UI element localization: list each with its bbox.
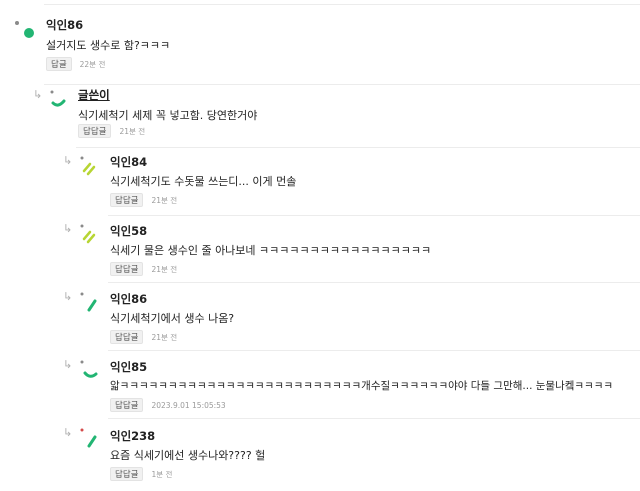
reply-button[interactable]: 답답글 <box>110 398 144 412</box>
comment-time: 22분 전 <box>79 59 106 69</box>
reply-button[interactable]: 답글 <box>46 57 72 71</box>
avatar-icon <box>80 360 98 378</box>
comment-text: 식기세척기에서 생수 나옴? <box>110 312 235 325</box>
avatar-icon <box>80 292 97 312</box>
comment-time: 21분 전 <box>151 264 178 274</box>
comment-text: 설거지도 생수로 함?ㅋㅋㅋ <box>46 39 171 52</box>
comment-item: ↳ 글쓴이 식기세척기 세제 꼭 넣고함. 당연한거야 답답글 21분 전 <box>0 85 640 148</box>
comment-author[interactable]: 익인86 <box>46 17 83 33</box>
comment-item: ↳ 익인84 식기세척기도 수돗물 쓰는디... 이게 먼솔 답답글 21분 전 <box>0 148 640 216</box>
comment-time: 21분 전 <box>119 126 146 136</box>
comment-text: 요즘 식세기에선 생수나와???? 헐 <box>110 449 266 462</box>
reply-button[interactable]: 답답글 <box>110 467 144 481</box>
comment-text: 식세기 물은 생수인 줄 아나보네 ㅋㅋㅋㅋㅋㅋㅋㅋㅋㅋㅋㅋㅋㅋㅋㅋㅋ <box>110 244 432 257</box>
reply-button[interactable]: 답답글 <box>110 262 144 276</box>
comment-text: 식기세척기 세제 꼭 넣고함. 당연한거야 <box>78 109 258 122</box>
comment-author[interactable]: 익인85 <box>110 359 147 375</box>
avatar-icon <box>50 90 66 107</box>
reply-arrow-icon: ↳ <box>63 290 73 303</box>
avatar-icon <box>15 21 34 38</box>
reply-arrow-icon: ↳ <box>63 426 73 439</box>
comment-time: 1분 전 <box>151 469 173 479</box>
comment-author[interactable]: 익인58 <box>110 223 147 239</box>
reply-arrow-icon: ↳ <box>33 88 43 101</box>
comment-text: 식기세척기도 수돗물 쓰는디... 이게 먼솔 <box>110 175 297 188</box>
reply-arrow-icon: ↳ <box>63 222 73 235</box>
comment-item: ↳ 익인86 식기세척기에서 생수 나옴? 답답글 21분 전 <box>0 283 640 351</box>
reply-button[interactable]: 답답글 <box>110 330 144 344</box>
comment-item: 익인86 설거지도 생수로 함?ㅋㅋㅋ 답글 22분 전 <box>0 0 640 85</box>
comment-author[interactable]: 익인238 <box>110 428 155 444</box>
comment-time: 2023.9.01 15:05:53 <box>151 400 226 410</box>
avatar-icon <box>80 224 96 244</box>
comment-item: ↳ 익인85 앏ㅋㅋㅋㅋㅋㅋㅋㅋㅋㅋㅋㅋㅋㅋㅋㅋㅋㅋㅋㅋㅋㅋㅋㅋㅋ개수질ㅋㅋㅋㅋ… <box>0 351 640 419</box>
comment-time: 21분 전 <box>151 332 178 342</box>
reply-arrow-icon: ↳ <box>63 358 73 371</box>
comment-author[interactable]: 익인84 <box>110 154 147 170</box>
comment-author[interactable]: 글쓴이 <box>78 87 110 103</box>
comment-time: 21분 전 <box>151 195 178 205</box>
comment-item: ↳ 익인238 요즘 식세기에선 생수나와???? 헐 답답글 1분 전 <box>0 419 640 491</box>
reply-button[interactable]: 답답글 <box>110 193 144 207</box>
avatar-icon <box>80 156 96 176</box>
reply-button[interactable]: 답답글 <box>78 124 112 138</box>
reply-arrow-icon: ↳ <box>63 154 73 167</box>
comment-text: 앏ㅋㅋㅋㅋㅋㅋㅋㅋㅋㅋㅋㅋㅋㅋㅋㅋㅋㅋㅋㅋㅋㅋㅋㅋㅋ개수질ㅋㅋㅋㅋㅋㅋ야야 다들… <box>110 380 614 392</box>
avatar-icon <box>80 428 97 448</box>
comment-author[interactable]: 익인86 <box>110 291 147 307</box>
comment-item: ↳ 익인58 식세기 물은 생수인 줄 아나보네 ㅋㅋㅋㅋㅋㅋㅋㅋㅋㅋㅋㅋㅋㅋㅋ… <box>0 216 640 283</box>
